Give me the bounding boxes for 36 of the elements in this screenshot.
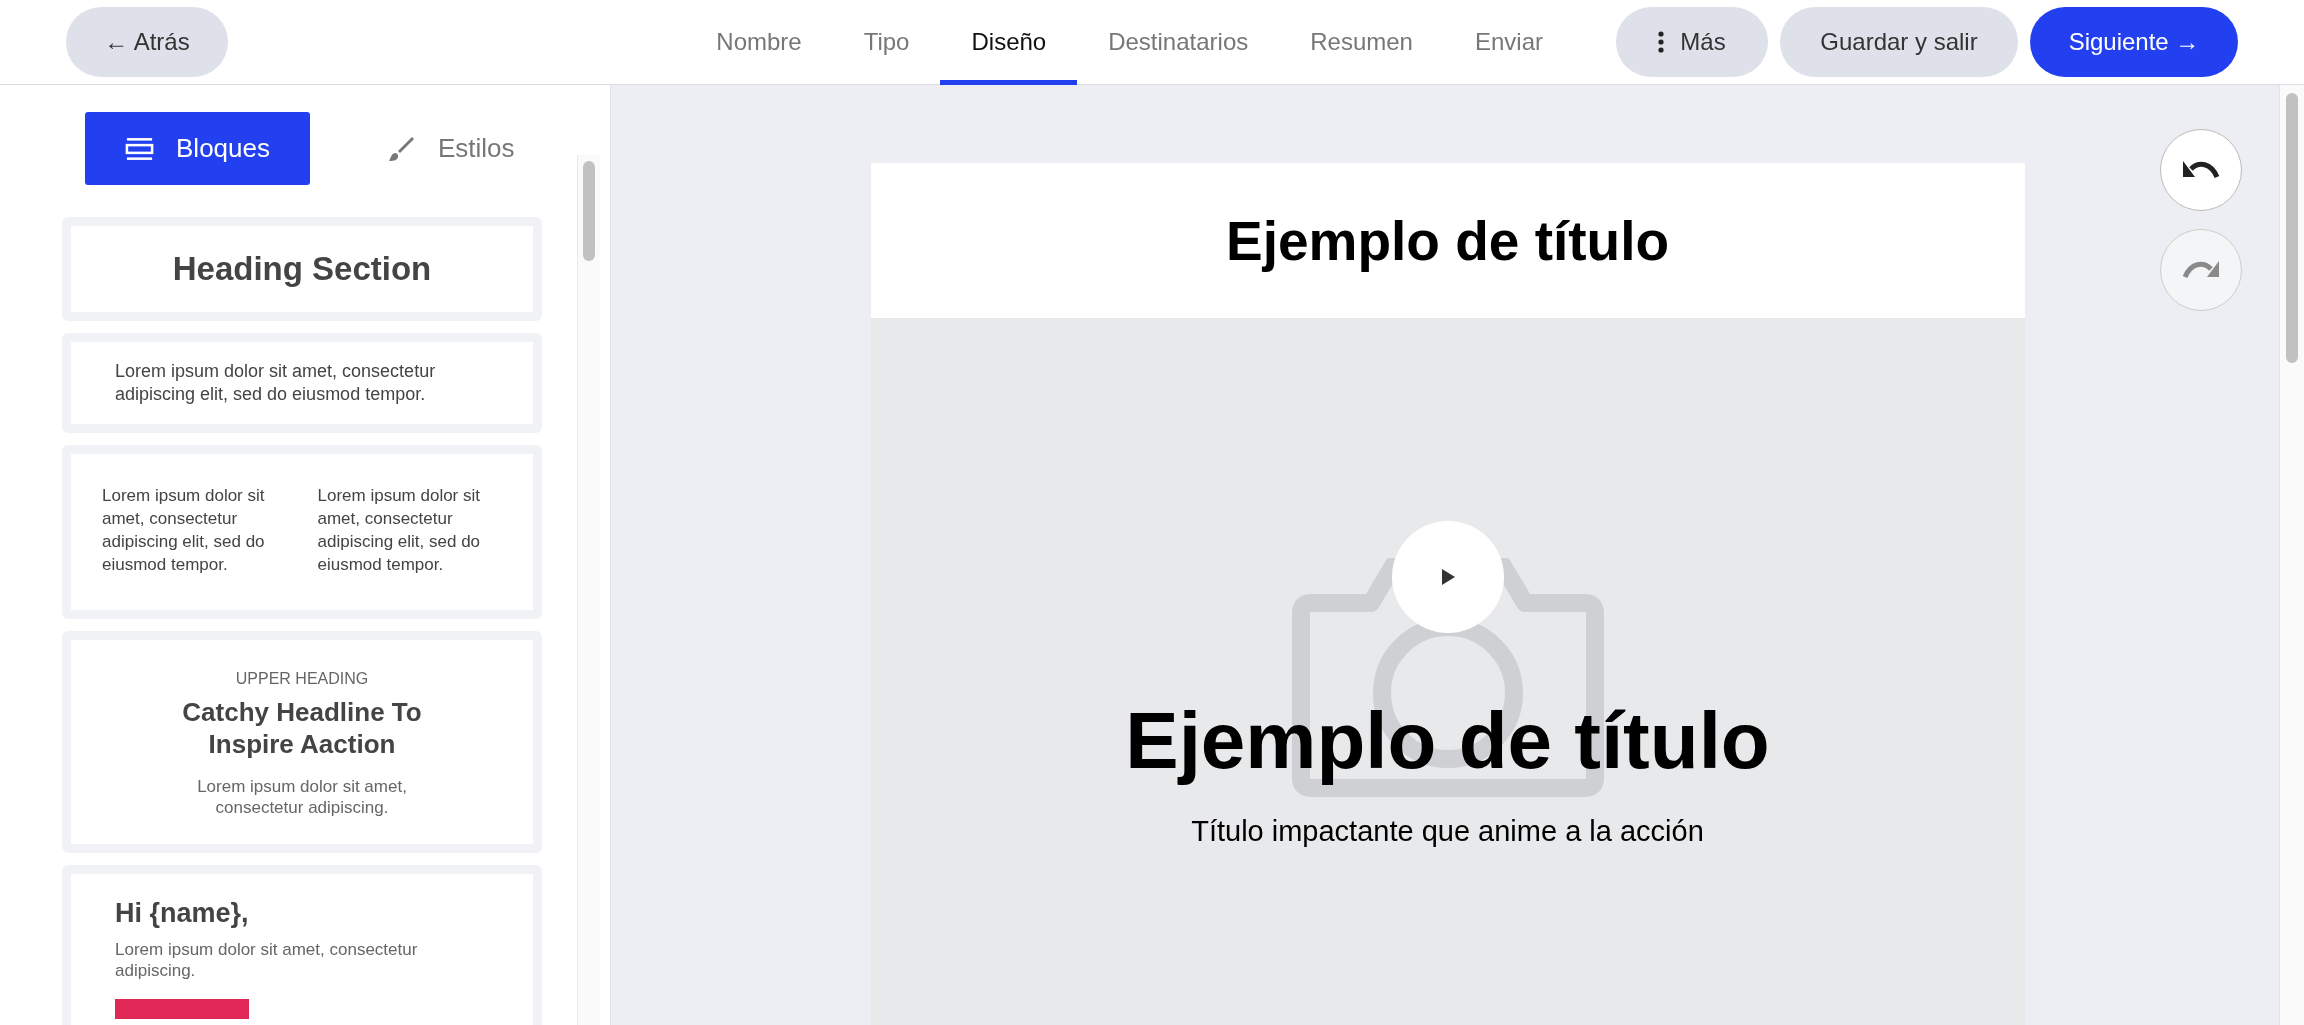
blocks-icon <box>125 135 155 162</box>
save-button[interactable]: Guardar y salir <box>1780 7 2018 77</box>
email-title: Ejemplo de título <box>1225 208 1670 273</box>
scrollbar[interactable] <box>577 155 600 1025</box>
step-tab[interactable]: Destinatarios <box>1077 0 1280 85</box>
hero-subtitle: Título impactante que anime a la acción <box>1191 815 1704 848</box>
play-icon <box>1439 568 1456 586</box>
block-text: Lorem ipsum dolor sit amet, consectetur adipiscing. <box>196 776 408 818</box>
next-button[interactable]: Siguiente → <box>2030 7 2238 77</box>
more-label: Más <box>1680 28 1726 56</box>
block-text: Lorem ipsum dolor sit amet, consectetur adipiscing. <box>115 939 419 981</box>
block-card[interactable]: Hi {name}, Lorem ipsum dolor sit amet, consectetur adipiscing. <box>62 865 542 1025</box>
block-headline: Catchy Headline To Inspire Aaction <box>181 696 423 760</box>
block-card[interactable]: Lorem ipsum dolor sit amet, consectetur adipiscing elit, sed do eiusmod tempor. Lorem ipsum dolor sit amet, consectetur adipiscing elit, sed do eiusmod tempor. <box>62 445 542 619</box>
sidebar-tab[interactable]: Estilos <box>346 112 555 185</box>
step-tab[interactable]: Tipo <box>832 0 941 85</box>
block-column-text: Lorem ipsum dolor sit amet, consectetur adipiscing elit, sed do eiusmod tempor. <box>317 485 482 576</box>
block-card[interactable]: UPPER HEADING Catchy Headline To Inspire Aaction Lorem ipsum dolor sit amet, consectetur adipiscing. <box>62 631 542 853</box>
page-scrollbar[interactable] <box>2279 85 2304 1025</box>
step-tab[interactable]: Enviar <box>1443 0 1574 85</box>
more-icon <box>1658 31 1665 53</box>
sidebar-tab-label: Estilos <box>438 133 515 164</box>
block-text: Lorem ipsum dolor sit amet, consectetur adipiscing elit, sed do eiusmod tempor. <box>115 360 437 406</box>
sidebar-tab-label: Bloques <box>176 133 270 164</box>
block-card[interactable]: Lorem ipsum dolor sit amet, consectetur adipiscing elit, sed do eiusmod tempor. <box>62 333 542 433</box>
block-column-text: Lorem ipsum dolor sit amet, consectetur adipiscing elit, sed do eiusmod tempor. <box>102 485 266 576</box>
block-greeting: Hi {name}, <box>115 898 250 929</box>
step-tab[interactable]: Resumen <box>1279 0 1444 85</box>
sidebar-tab[interactable]: Bloques <box>85 112 310 185</box>
more-button[interactable]: Más <box>1616 7 1768 77</box>
step-tab[interactable]: Nombre <box>685 0 833 85</box>
block-card[interactable]: Heading Section <box>62 217 542 321</box>
block-eyebrow: UPPER HEADING <box>234 670 370 688</box>
block-heading: Heading Section <box>172 250 432 288</box>
hero-title: Ejemplo de título <box>1125 695 1770 787</box>
back-button[interactable]: ← Atrás <box>66 7 228 77</box>
